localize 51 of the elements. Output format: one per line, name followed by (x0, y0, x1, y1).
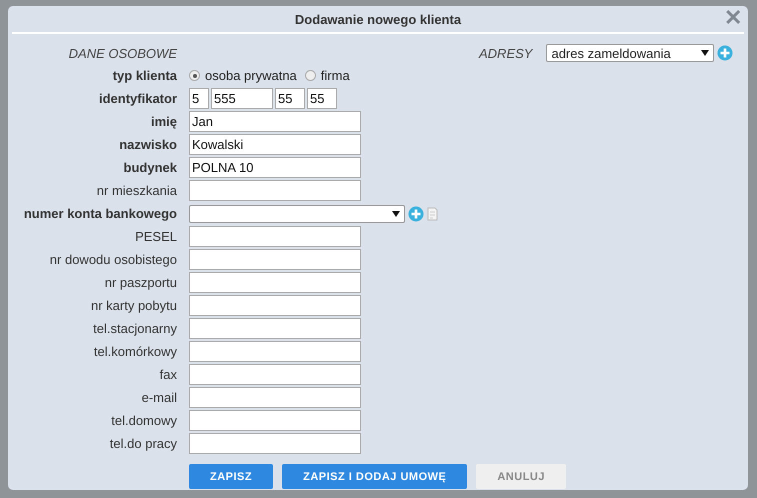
input-field[interactable] (189, 226, 361, 247)
field-label: typ klienta (112, 68, 178, 83)
input-field[interactable] (189, 410, 361, 431)
input-field[interactable]: 55 (275, 88, 305, 109)
field-label: nr dowodu osobistego (48, 252, 178, 267)
input-field[interactable] (189, 433, 361, 454)
field-label: budynek (122, 160, 178, 175)
input-field[interactable] (189, 318, 361, 339)
field-label: e-mail (140, 390, 178, 405)
input-field[interactable] (189, 387, 361, 408)
field-label: tel.komórkowy (92, 344, 178, 359)
input-field[interactable]: 5 (189, 88, 209, 109)
field-label: numer konta bankowego (22, 206, 178, 221)
input-field[interactable] (189, 341, 361, 362)
add-icon[interactable] (408, 206, 424, 222)
field-label: tel.do pracy (108, 436, 178, 451)
dialog-title: Dodawanie nowego klienta (294, 12, 462, 26)
input-field[interactable] (189, 249, 361, 270)
radio-label: osoba prywatna (205, 68, 297, 83)
input-field[interactable]: 555 (211, 88, 273, 109)
input-field[interactable]: Jan (189, 111, 361, 132)
document-icon[interactable] (427, 206, 438, 220)
input-field[interactable]: POLNA 10 (189, 157, 361, 178)
action-button[interactable]: ZAPISZ I DODAJ UMOWĘ (282, 464, 468, 489)
field-label: tel.domowy (110, 413, 178, 428)
field-label: imię (150, 114, 178, 129)
input-field[interactable] (189, 180, 361, 201)
field-label: identyfikator (98, 91, 178, 106)
field-label: fax (158, 367, 178, 382)
radio-label: firma (320, 68, 350, 83)
section-heading: DANE OSOBOWE (68, 46, 178, 60)
action-button[interactable]: ZAPISZ (189, 464, 274, 489)
field-label: nr paszportu (104, 275, 178, 290)
add-icon[interactable] (717, 45, 734, 61)
field-label: nazwisko (118, 137, 178, 152)
input-field[interactable] (189, 272, 361, 293)
input-field[interactable] (189, 364, 361, 385)
field-label: tel.stacjonarny (92, 321, 178, 336)
input-field[interactable] (189, 295, 361, 316)
radio-button[interactable] (304, 70, 316, 81)
field-label: nr karty pobytu (90, 298, 178, 313)
dropdown-arrow-icon (701, 50, 710, 56)
account-dropdown[interactable] (189, 204, 405, 222)
section-heading: ADRESY (479, 46, 532, 60)
input-field[interactable]: 55 (307, 88, 337, 109)
input-field[interactable]: Kowalski (189, 134, 361, 155)
field-label: nr mieszkania (96, 183, 178, 198)
field-label: PESEL (134, 229, 178, 244)
dropdown-arrow-icon (392, 210, 400, 216)
address-dropdown[interactable]: adres zameldowania (546, 44, 714, 62)
radio-button[interactable] (189, 70, 200, 81)
